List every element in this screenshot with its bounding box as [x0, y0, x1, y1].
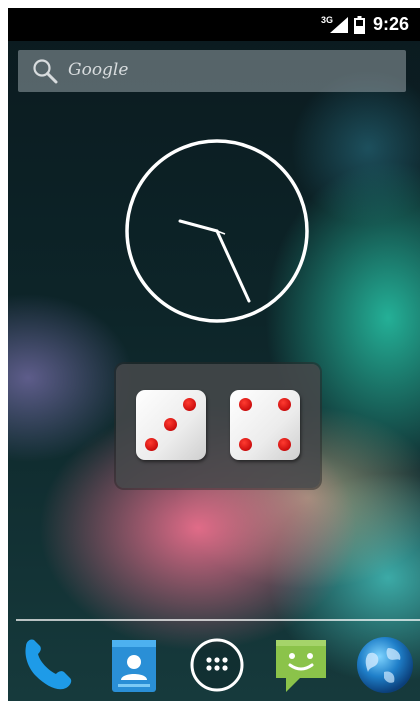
messaging-icon[interactable] [270, 634, 332, 696]
analog-clock-widget[interactable] [124, 138, 310, 324]
die-pip [278, 438, 291, 451]
battery-icon [354, 16, 365, 34]
die-pip [239, 438, 252, 451]
google-search-bar[interactable]: Google [18, 50, 406, 92]
phone-icon[interactable] [18, 634, 80, 696]
dock-divider [16, 619, 420, 621]
browser-icon[interactable] [354, 634, 416, 696]
die-pip [145, 438, 158, 451]
dice-widget[interactable] [116, 364, 320, 488]
signal-icon [330, 17, 348, 33]
clock-minute-hand [215, 229, 251, 303]
status-clock: 9:26 [373, 14, 410, 34]
all-apps-icon[interactable] [186, 634, 248, 696]
search-icon [33, 59, 58, 84]
die-pip [164, 418, 177, 431]
die-pip [278, 398, 291, 411]
home-screen: 3G 9:26 Google [8, 8, 420, 701]
contacts-icon[interactable] [104, 634, 166, 696]
status-bar: 3G 9:26 [8, 8, 420, 41]
die-pip [239, 398, 252, 411]
clock-hour-hand [178, 219, 219, 233]
die-left[interactable] [136, 390, 206, 460]
die-right[interactable] [230, 390, 300, 460]
die-pip [183, 398, 196, 411]
google-search-label: Google [68, 60, 129, 80]
